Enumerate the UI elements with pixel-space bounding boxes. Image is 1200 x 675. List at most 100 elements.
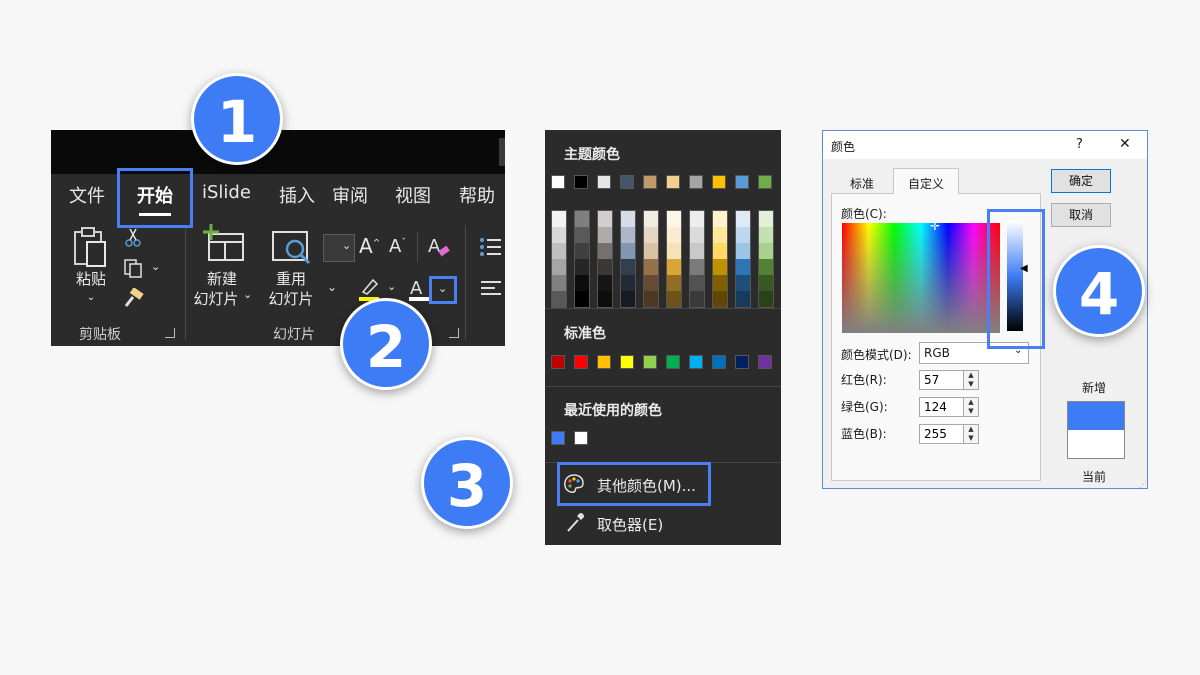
format-painter-icon[interactable]	[123, 288, 145, 308]
theme-shade-swatch[interactable]	[552, 291, 566, 307]
theme-shade-swatch[interactable]	[644, 211, 658, 227]
theme-shade-swatch[interactable]	[575, 211, 589, 227]
theme-shade-swatch[interactable]	[759, 211, 773, 227]
standard-color-swatch[interactable]	[620, 355, 634, 369]
paste-button[interactable]: 粘贴 ⌄	[69, 226, 113, 303]
standard-color-swatch[interactable]	[712, 355, 726, 369]
eyedropper-item[interactable]: 取色器(E)	[597, 514, 663, 535]
theme-shade-swatch[interactable]	[736, 259, 750, 275]
theme-shade-swatch[interactable]	[552, 259, 566, 275]
theme-shade-swatch[interactable]	[644, 227, 658, 243]
standard-color-swatch[interactable]	[551, 355, 565, 369]
shrink-font-icon[interactable]: Aˇ	[389, 236, 406, 257]
theme-shade-swatch[interactable]	[598, 259, 612, 275]
theme-shade-swatch[interactable]	[759, 259, 773, 275]
tab-insert[interactable]: 插入	[279, 182, 315, 208]
font-color-icon[interactable]: A	[407, 276, 431, 302]
theme-shade-swatch[interactable]	[736, 275, 750, 291]
theme-shade-swatch[interactable]	[713, 275, 727, 291]
theme-shade-swatch[interactable]	[667, 243, 681, 259]
clipboard-launcher-icon[interactable]	[165, 328, 175, 338]
tab-islide[interactable]: iSlide	[202, 182, 251, 203]
recent-color-swatch[interactable]	[551, 431, 565, 445]
theme-shade-swatch[interactable]	[644, 275, 658, 291]
theme-color-swatch[interactable]	[574, 175, 588, 189]
theme-shade-swatch[interactable]	[598, 243, 612, 259]
theme-shade-swatch[interactable]	[690, 259, 704, 275]
close-icon[interactable]: ✕	[1119, 136, 1131, 152]
theme-shade-swatch[interactable]	[736, 243, 750, 259]
bullets-icon[interactable]	[479, 236, 501, 256]
theme-color-swatch[interactable]	[597, 175, 611, 189]
theme-shade-swatch[interactable]	[644, 259, 658, 275]
theme-shade-swatch[interactable]	[736, 227, 750, 243]
theme-shade-swatch[interactable]	[598, 211, 612, 227]
red-stepper[interactable]: ▲ ▼	[963, 370, 979, 390]
theme-shade-swatch[interactable]	[759, 227, 773, 243]
tab-standard[interactable]: 标准	[850, 175, 874, 192]
green-input[interactable]: 124	[919, 397, 965, 417]
theme-shade-swatch[interactable]	[644, 291, 658, 307]
theme-color-swatch[interactable]	[689, 175, 703, 189]
align-left-icon[interactable]	[481, 280, 501, 298]
theme-shade-swatch[interactable]	[575, 243, 589, 259]
theme-shade-swatch[interactable]	[552, 243, 566, 259]
theme-color-swatch[interactable]	[643, 175, 657, 189]
standard-color-swatch[interactable]	[574, 355, 588, 369]
theme-shade-swatch[interactable]	[713, 211, 727, 227]
grow-font-icon[interactable]: A^	[359, 234, 380, 258]
theme-color-swatch[interactable]	[758, 175, 772, 189]
blue-stepper[interactable]: ▲ ▼	[963, 424, 979, 444]
theme-shade-swatch[interactable]	[759, 243, 773, 259]
theme-color-swatch[interactable]	[735, 175, 749, 189]
color-spectrum[interactable]: ✛	[842, 219, 1000, 333]
theme-shade-swatch[interactable]	[552, 227, 566, 243]
standard-color-swatch[interactable]	[666, 355, 680, 369]
tab-help[interactable]: 帮助	[459, 182, 495, 208]
blue-input[interactable]: 255	[919, 424, 965, 444]
new-slide-dropdown-icon[interactable]: ⌄	[243, 288, 252, 301]
theme-shade-swatch[interactable]	[575, 275, 589, 291]
theme-shade-swatch[interactable]	[575, 227, 589, 243]
theme-shade-swatch[interactable]	[690, 243, 704, 259]
theme-shade-swatch[interactable]	[552, 275, 566, 291]
theme-shade-swatch[interactable]	[575, 291, 589, 307]
theme-shade-swatch[interactable]	[667, 275, 681, 291]
theme-shade-swatch[interactable]	[736, 291, 750, 307]
theme-shade-swatch[interactable]	[644, 243, 658, 259]
theme-shade-swatch[interactable]	[736, 211, 750, 227]
theme-shade-swatch[interactable]	[621, 227, 635, 243]
theme-shade-swatch[interactable]	[598, 275, 612, 291]
theme-shade-swatch[interactable]	[667, 259, 681, 275]
help-icon[interactable]: ?	[1076, 137, 1083, 152]
theme-color-swatch[interactable]	[620, 175, 634, 189]
cut-icon[interactable]	[125, 228, 141, 248]
font-launcher-icon[interactable]	[449, 328, 459, 338]
theme-shade-swatch[interactable]	[759, 291, 773, 307]
tab-custom[interactable]: 自定义	[908, 175, 944, 192]
theme-shade-swatch[interactable]	[713, 291, 727, 307]
standard-color-swatch[interactable]	[597, 355, 611, 369]
theme-shade-swatch[interactable]	[690, 291, 704, 307]
font-size-select[interactable]: ⌄	[323, 234, 355, 262]
theme-shade-swatch[interactable]	[621, 211, 635, 227]
slides-more-icon[interactable]: ⌄	[327, 280, 337, 294]
ok-button[interactable]: 确定	[1051, 169, 1111, 193]
theme-shade-swatch[interactable]	[598, 227, 612, 243]
resize-grip-icon[interactable]: ⋰	[1139, 480, 1147, 489]
theme-shade-swatch[interactable]	[713, 227, 727, 243]
red-input[interactable]: 57	[919, 370, 965, 390]
theme-shade-swatch[interactable]	[621, 243, 635, 259]
theme-shade-swatch[interactable]	[667, 227, 681, 243]
theme-shade-swatch[interactable]	[667, 291, 681, 307]
standard-color-swatch[interactable]	[735, 355, 749, 369]
theme-shade-swatch[interactable]	[667, 211, 681, 227]
cancel-button[interactable]: 取消	[1051, 203, 1111, 227]
clear-formatting-icon[interactable]: A	[427, 234, 451, 260]
green-stepper[interactable]: ▲ ▼	[963, 397, 979, 417]
copy-icon[interactable]	[123, 258, 145, 278]
tab-file[interactable]: 文件	[69, 182, 105, 208]
copy-dropdown-icon[interactable]: ⌄	[151, 260, 160, 273]
theme-color-swatch[interactable]	[666, 175, 680, 189]
tab-view[interactable]: 视图	[395, 182, 431, 208]
